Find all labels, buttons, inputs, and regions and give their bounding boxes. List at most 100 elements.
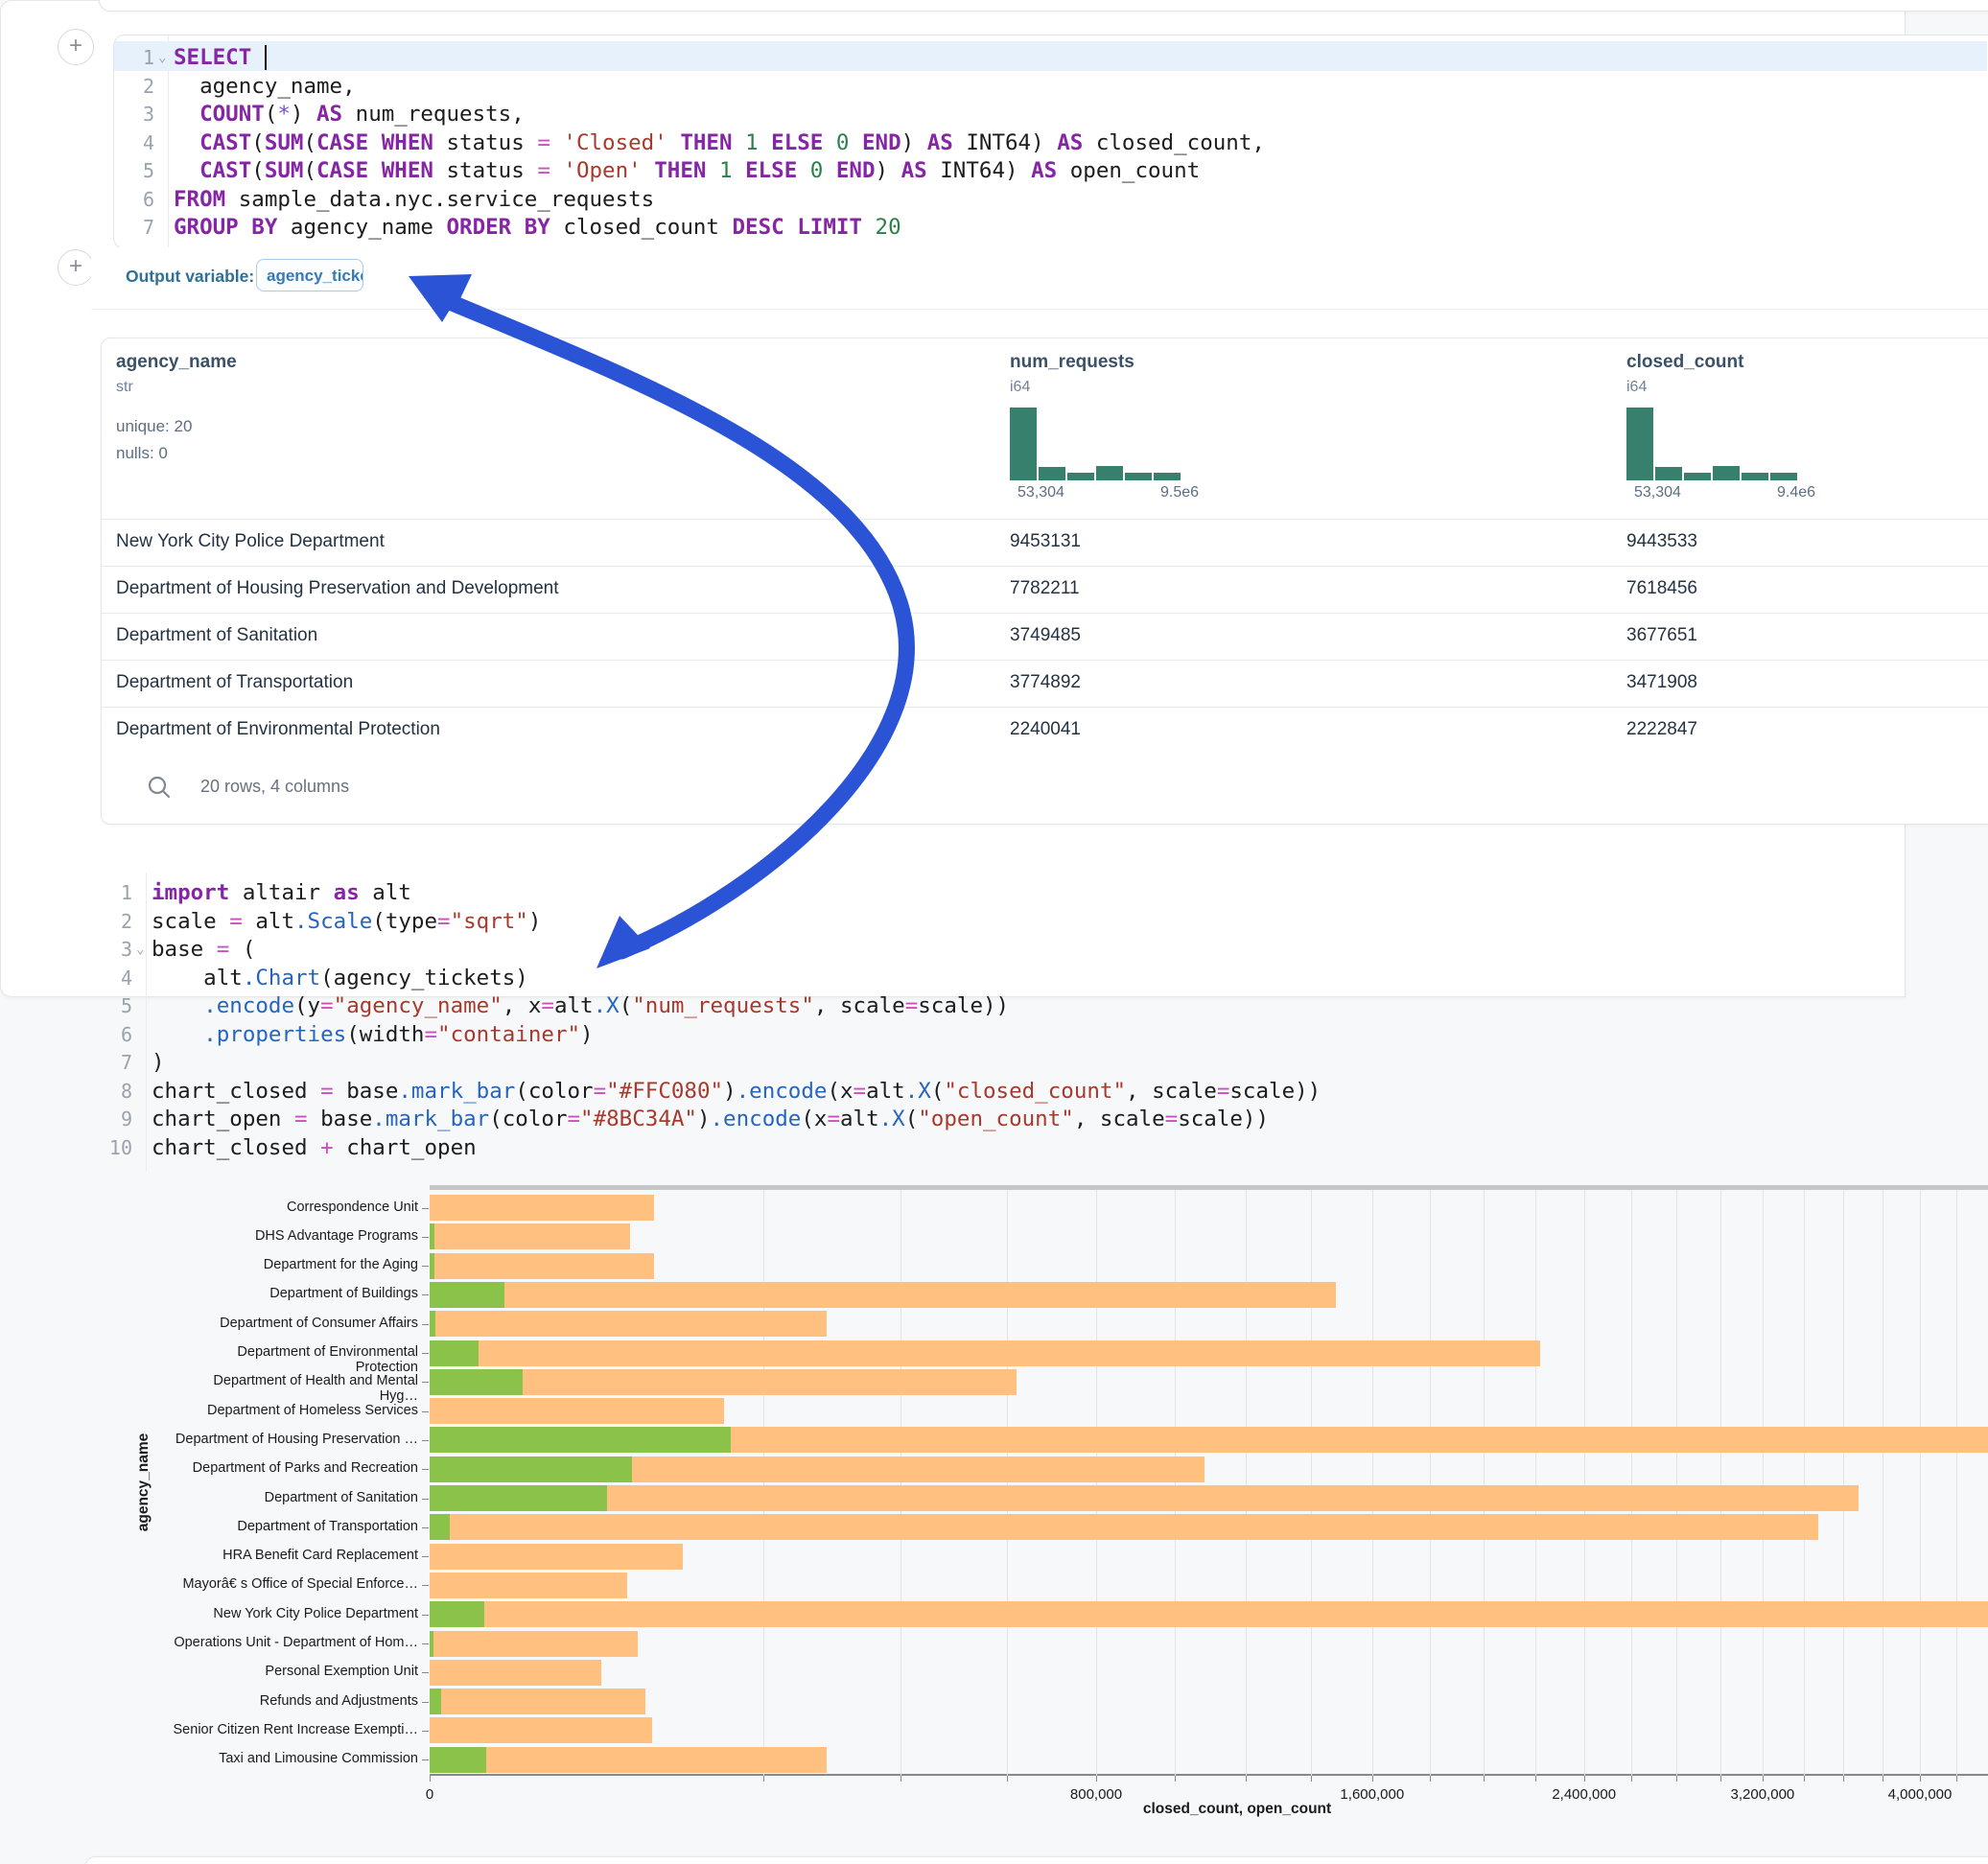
closed-count-bar[interactable] — [430, 1253, 654, 1279]
open-count-bar[interactable] — [430, 1631, 433, 1657]
closed-count-bar[interactable] — [430, 1689, 645, 1714]
x-axis-tick — [1763, 1776, 1764, 1782]
table-header: agency_namestrunique: 20nulls: 0num_requ… — [102, 338, 1988, 520]
code-line[interactable]: 9chart_open = base.mark_bar(color="#8BC3… — [84, 1105, 1986, 1133]
closed-count-bar[interactable] — [430, 1514, 1818, 1540]
open-count-bar[interactable] — [430, 1689, 441, 1714]
code-line[interactable]: 3 COUNT(*) AS num_requests, — [114, 100, 1987, 128]
y-axis-label: Department of Consumer Affairs — [173, 1316, 418, 1331]
column-header[interactable]: agency_name — [116, 352, 237, 373]
x-axis-tick — [1246, 1776, 1247, 1782]
x-axis-tick — [1311, 1776, 1312, 1782]
open-count-bar[interactable] — [430, 1282, 504, 1308]
table-row[interactable]: Department of Transportation377489234719… — [102, 660, 1988, 708]
code-line[interactable]: 6FROM sample_data.nyc.service_requests — [114, 185, 1987, 214]
table-cell: Department of Housing Preservation and D… — [116, 578, 559, 599]
x-axis-tick — [1720, 1776, 1721, 1782]
closed-count-bar[interactable] — [430, 1398, 724, 1424]
closed-count-bar[interactable] — [430, 1660, 601, 1686]
table-cell: 3471908 — [1626, 672, 1697, 693]
chart-scrollbar[interactable] — [430, 1185, 1988, 1190]
table-row[interactable]: Department of Sanitation37494853677651 — [102, 613, 1988, 661]
open-count-bar[interactable] — [430, 1340, 479, 1366]
histogram-max-label: 9.4e6 — [1777, 484, 1815, 501]
table-cell: New York City Police Department — [116, 531, 385, 552]
closed-count-bar[interactable] — [430, 1544, 683, 1570]
closed-count-bar[interactable] — [430, 1340, 1540, 1366]
line-number: 5 — [122, 156, 154, 185]
code-text: chart_closed = base.mark_bar(color="#FFC… — [152, 1077, 1321, 1106]
x-axis-tick — [763, 1776, 764, 1782]
code-line[interactable]: 1⌄SELECT — [114, 43, 1987, 72]
open-count-bar[interactable] — [430, 1514, 450, 1540]
gridline — [1175, 1190, 1176, 1776]
x-axis-tick-label: 3,200,000 — [1731, 1786, 1795, 1803]
table-cell: 7618456 — [1626, 578, 1697, 599]
open-count-bar[interactable] — [430, 1223, 434, 1249]
code-text: GROUP BY agency_name ORDER BY closed_cou… — [174, 213, 901, 242]
open-count-bar[interactable] — [430, 1311, 435, 1337]
code-line[interactable]: 6 .properties(width="container") — [84, 1020, 1986, 1049]
output-variable-badge[interactable]: agency_tickets — [256, 259, 363, 291]
column-header[interactable]: closed_count — [1626, 352, 1743, 373]
y-axis-label: DHS Advantage Programs — [173, 1228, 418, 1244]
fold-chevron-icon[interactable]: ⌄ — [158, 43, 166, 72]
y-axis-label: Department of Sanitation — [173, 1490, 418, 1505]
open-count-bar[interactable] — [430, 1427, 731, 1453]
closed-count-bar[interactable] — [430, 1601, 1988, 1627]
code-line[interactable]: 8chart_closed = base.mark_bar(color="#FF… — [84, 1077, 1986, 1106]
sql-code-editor[interactable]: 1⌄SELECT 2 agency_name,3 COUNT(*) AS num… — [113, 35, 1988, 249]
y-axis-label: Department for the Aging — [173, 1257, 418, 1272]
code-line[interactable]: 5 CAST(SUM(CASE WHEN status = 'Open' THE… — [114, 156, 1987, 185]
table-row[interactable]: Department of Environmental Protection22… — [102, 707, 1988, 755]
x-axis-line — [430, 1774, 1988, 1776]
code-line[interactable]: 7GROUP BY agency_name ORDER BY closed_co… — [114, 213, 1987, 242]
y-axis-tick — [422, 1440, 429, 1441]
y-axis-tick — [422, 1702, 429, 1703]
code-line[interactable]: 5 .encode(y="agency_name", x=alt.X("num_… — [84, 991, 1986, 1020]
open-count-bar[interactable] — [430, 1456, 632, 1482]
add-cell-button[interactable]: + — [58, 29, 94, 65]
closed-count-bar[interactable] — [430, 1573, 627, 1598]
code-text: .properties(width="container") — [152, 1020, 594, 1049]
closed-count-bar[interactable] — [430, 1631, 638, 1657]
code-line[interactable]: 2scale = alt.Scale(type="sqrt") — [84, 907, 1986, 936]
x-axis-tick — [1843, 1776, 1844, 1782]
code-line[interactable]: 4 CAST(SUM(CASE WHEN status = 'Closed' T… — [114, 128, 1987, 157]
closed-count-bar[interactable] — [430, 1747, 827, 1773]
y-axis-tick — [422, 1759, 429, 1760]
closed-count-bar[interactable] — [430, 1311, 827, 1337]
code-text: CAST(SUM(CASE WHEN status = 'Open' THEN … — [174, 156, 1200, 185]
search-icon[interactable] — [147, 775, 172, 800]
open-count-bar[interactable] — [430, 1601, 484, 1627]
x-axis-tick — [1920, 1776, 1921, 1782]
code-line[interactable]: 4 alt.Chart(agency_tickets) — [84, 964, 1986, 992]
table-row[interactable]: New York City Police Department945313194… — [102, 519, 1988, 567]
line-number: 7 — [100, 1048, 132, 1077]
closed-count-bar[interactable] — [430, 1282, 1336, 1308]
histogram-bar — [1742, 473, 1768, 480]
add-cell-button[interactable]: + — [58, 249, 94, 286]
fold-chevron-icon[interactable]: ⌄ — [136, 935, 144, 964]
open-count-bar[interactable] — [430, 1485, 607, 1511]
open-count-bar[interactable] — [430, 1253, 434, 1279]
open-count-bar[interactable] — [430, 1369, 523, 1395]
open-count-bar[interactable] — [430, 1747, 486, 1773]
table-row[interactable]: Department of Housing Preservation and D… — [102, 566, 1988, 614]
column-header[interactable]: num_requests — [1010, 352, 1134, 373]
code-line[interactable]: 1import altair as alt — [84, 878, 1986, 907]
closed-count-bar[interactable] — [430, 1717, 652, 1743]
table-cell: 7782211 — [1010, 578, 1080, 599]
gridline — [1484, 1190, 1485, 1776]
code-line[interactable]: 2 agency_name, — [114, 72, 1987, 101]
y-axis-tick — [422, 1615, 429, 1616]
closed-count-bar[interactable] — [430, 1485, 1859, 1511]
column-type: i64 — [1010, 379, 1030, 396]
code-line[interactable]: 10chart_closed + chart_open — [84, 1133, 1986, 1162]
code-line[interactable]: 3⌄base = ( — [84, 935, 1986, 964]
closed-count-bar[interactable] — [430, 1195, 654, 1221]
x-axis-tick-label: 2,400,000 — [1552, 1786, 1616, 1803]
python-code-editor[interactable]: 1import altair as alt2scale = alt.Scale(… — [84, 863, 1988, 1179]
closed-count-bar[interactable] — [430, 1223, 630, 1249]
code-line[interactable]: 7) — [84, 1048, 1986, 1077]
